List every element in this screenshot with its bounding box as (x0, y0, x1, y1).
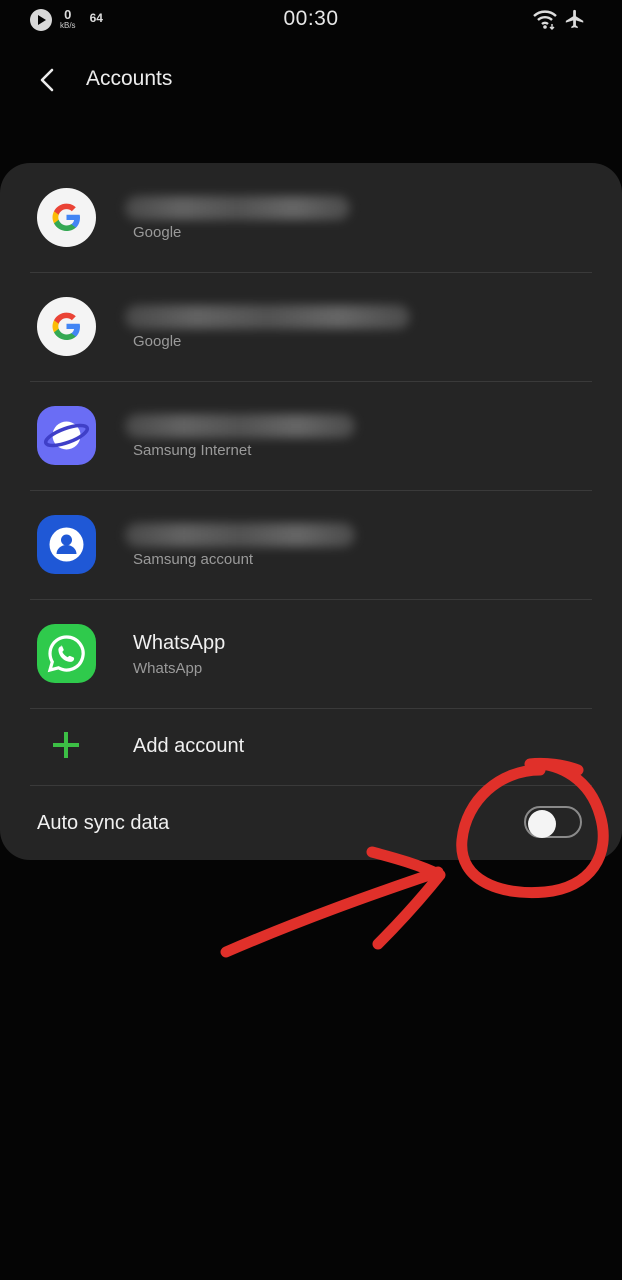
accounts-card: Google Google Samsung Internet Samsung a… (0, 163, 622, 860)
auto-sync-toggle[interactable] (524, 806, 582, 838)
account-type: Google (133, 224, 182, 241)
account-row-google-1[interactable]: Google (0, 163, 622, 272)
account-name: WhatsApp (133, 632, 226, 654)
whatsapp-icon (37, 624, 96, 683)
google-icon (37, 188, 96, 247)
account-row-samsung-account[interactable]: Samsung account (0, 490, 622, 599)
status-bar: 0 kB/s 64 00:30 (0, 0, 622, 40)
app-bar: Accounts (0, 58, 622, 102)
wifi-icon (533, 10, 557, 30)
status-right (532, 8, 586, 30)
samsung-internet-icon (37, 406, 96, 465)
redacted-account-name (125, 523, 355, 547)
account-type: Google (133, 333, 182, 350)
redacted-account-name (125, 196, 350, 220)
samsung-account-icon (37, 515, 96, 574)
annotation-arrow-head (366, 846, 446, 950)
account-row-google-2[interactable]: Google (0, 272, 622, 381)
auto-sync-label: Auto sync data (37, 812, 170, 834)
account-row-samsung-internet[interactable]: Samsung Internet (0, 381, 622, 490)
redacted-account-name (125, 414, 355, 438)
plus-icon (53, 732, 79, 758)
airplane-icon (565, 9, 584, 29)
google-icon (37, 297, 96, 356)
add-account-label: Add account (133, 735, 245, 757)
back-button[interactable] (30, 62, 66, 98)
toggle-knob (528, 810, 556, 838)
account-type: Samsung account (133, 551, 254, 568)
add-account-button[interactable]: Add account (0, 708, 622, 785)
account-type: Samsung Internet (133, 442, 252, 459)
chevron-left-icon (40, 68, 54, 92)
account-type: WhatsApp (133, 660, 203, 677)
redacted-account-name (125, 305, 410, 329)
clock: 00:30 (283, 7, 339, 30)
page-title: Accounts (86, 67, 173, 90)
annotation-arrow-shaft (220, 866, 444, 958)
account-row-whatsapp[interactable]: WhatsApp WhatsApp (0, 599, 622, 708)
